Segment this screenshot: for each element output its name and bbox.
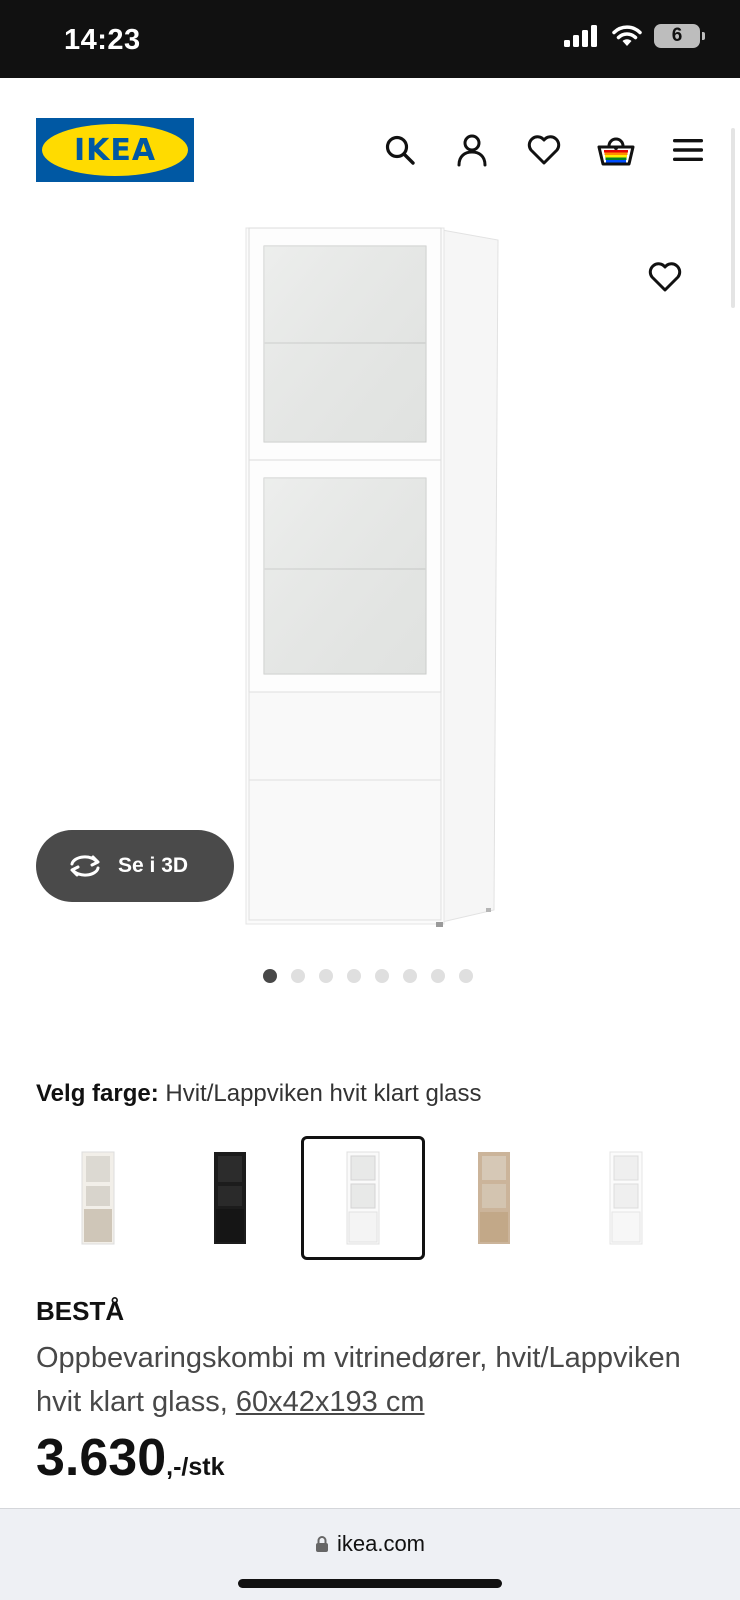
home-indicator xyxy=(238,1579,502,1588)
price-amount: 3.630 xyxy=(36,1429,167,1487)
search-icon[interactable] xyxy=(380,130,420,170)
pagination-dot[interactable] xyxy=(459,969,473,983)
pagination-dot[interactable] xyxy=(347,969,361,983)
product-name: BESTÅ xyxy=(36,1296,125,1326)
battery-level: 6 xyxy=(671,25,683,46)
battery-indicator: 6 xyxy=(654,24,705,48)
site-header: IKEA xyxy=(0,78,740,218)
url-display[interactable]: ikea.com xyxy=(0,1531,740,1557)
rotate-icon xyxy=(70,855,100,877)
wifi-icon xyxy=(612,25,642,46)
product-dimensions-link[interactable]: 60x42x193 cm xyxy=(236,1386,425,1418)
favorite-heart-icon[interactable] xyxy=(648,262,688,302)
color-label: Velg farge: xyxy=(36,1080,159,1107)
logo-text: IKEA xyxy=(73,132,157,168)
status-bar: 14:23 6 xyxy=(0,0,740,78)
url-text: ikea.com xyxy=(336,1531,426,1556)
swatch-white-clear-glass[interactable] xyxy=(301,1136,425,1260)
product-image[interactable] xyxy=(236,222,502,934)
lock-icon xyxy=(315,1536,328,1552)
cart-icon[interactable] xyxy=(596,130,636,170)
color-swatches xyxy=(36,1136,716,1262)
swatch-white-frosted[interactable] xyxy=(564,1136,688,1260)
pagination-dot[interactable] xyxy=(291,969,305,983)
pagination-dot[interactable] xyxy=(375,969,389,983)
product-price: 3.630 ,-/stk xyxy=(36,1428,225,1488)
browser-address-bar[interactable]: ikea.com xyxy=(0,1508,740,1600)
pagination-dot[interactable] xyxy=(403,969,417,983)
menu-icon[interactable] xyxy=(668,130,708,170)
pagination-dot[interactable] xyxy=(431,969,445,983)
price-suffix: ,-/stk xyxy=(166,1453,225,1481)
color-selection-line: Velg farge: Hvit/Lappviken hvit klart gl… xyxy=(36,1080,482,1108)
logo-oval: IKEA xyxy=(42,124,188,176)
status-time: 14:23 xyxy=(64,24,141,56)
scroll-indicator[interactable] xyxy=(731,128,735,308)
pagination-dot[interactable] xyxy=(263,969,277,983)
status-icons: 6 xyxy=(564,24,705,48)
pagination-dot[interactable] xyxy=(319,969,333,983)
signal-icon xyxy=(564,25,597,47)
swatch-black-brown[interactable] xyxy=(168,1136,292,1260)
profile-icon[interactable] xyxy=(452,130,492,170)
color-value: Hvit/Lappviken hvit klart glass xyxy=(165,1080,482,1107)
swatch-oak-effect[interactable] xyxy=(432,1136,556,1260)
view-3d-button[interactable]: Se i 3D xyxy=(36,830,234,902)
product-description: Oppbevaringskombi m vitrinedører, hvit/L… xyxy=(36,1336,716,1424)
ikea-logo[interactable]: IKEA xyxy=(36,118,194,182)
view-3d-label: Se i 3D xyxy=(118,854,189,877)
favorites-icon[interactable] xyxy=(524,130,564,170)
swatch-white-stained-oak[interactable] xyxy=(36,1136,160,1260)
